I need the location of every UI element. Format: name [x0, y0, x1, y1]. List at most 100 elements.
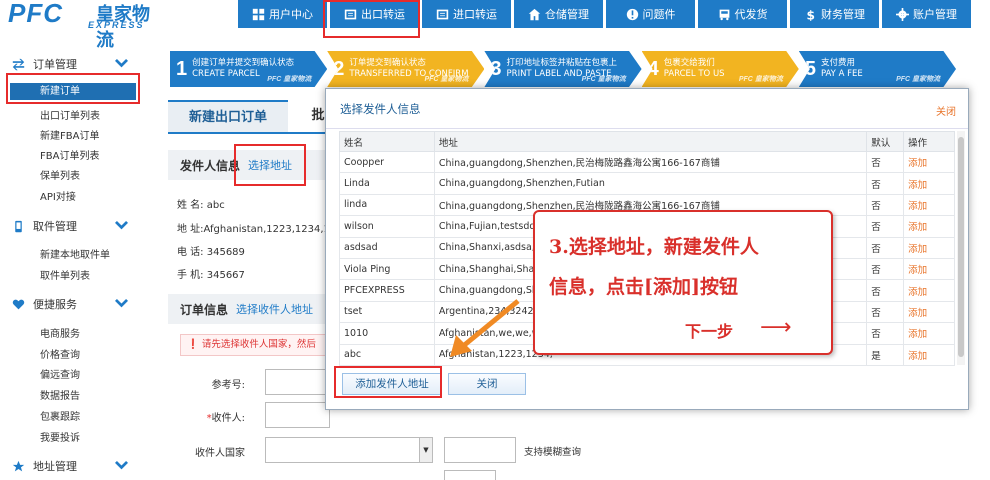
warehouse-icon	[528, 8, 541, 20]
nav-problem[interactable]: 问题件	[606, 0, 695, 28]
sidebar-item-data-report[interactable]: 数据报告	[40, 387, 80, 402]
nav-finance[interactable]: $ 财务管理	[790, 0, 879, 28]
nav-user-center[interactable]: 用户中心	[238, 0, 327, 28]
nav-label: 进口转运	[453, 8, 497, 21]
add-link[interactable]: 添加	[903, 150, 955, 174]
star-icon	[12, 460, 25, 471]
modal-header: 选择发件人信息	[326, 89, 968, 129]
tutorial-annotation: 3.选择地址，新建发件人 信息，点击[添加]按钮 下一步 ⟶	[533, 210, 833, 355]
col-address: 地址	[433, 131, 868, 152]
nav-export[interactable]: 出口转运	[330, 0, 419, 28]
sender-phone: 电 话: 345689	[177, 247, 245, 258]
sidebar-item-pickup-list[interactable]: 取件单列表	[40, 267, 90, 282]
add-link[interactable]: 添加	[903, 322, 955, 345]
nav-label: 仓储管理	[545, 8, 589, 21]
receiver-input[interactable]	[265, 402, 330, 428]
add-link[interactable]: 添加	[903, 193, 955, 217]
order-title: 订单信息	[180, 302, 229, 317]
sidebar-group-label: 地址管理	[33, 460, 77, 473]
sidebar-item-api[interactable]: API对接	[40, 188, 76, 203]
grid-icon	[252, 8, 265, 20]
gear-icon	[896, 7, 909, 21]
ref-input[interactable]	[265, 369, 330, 395]
nav-label: 问题件	[642, 8, 676, 21]
nav-account[interactable]: 账户管理	[882, 0, 971, 28]
sidebar-item-tracking[interactable]: 包裹跟踪	[40, 408, 80, 423]
nav-label: 代发货	[734, 8, 768, 21]
sidebar-item-policy-list[interactable]: 保单列表	[40, 167, 80, 182]
nav-import[interactable]: 进口转运	[422, 0, 511, 28]
sidebar-item-new-fba[interactable]: 新建FBA订单	[40, 127, 99, 142]
tab-new-export-order[interactable]: 新建出口订单	[168, 100, 288, 132]
add-link[interactable]: 添加	[903, 236, 955, 259]
nav-warehouse[interactable]: 仓储管理	[514, 0, 603, 28]
modal-close-button[interactable]: 关闭	[448, 373, 526, 395]
pointer-arrow-icon	[450, 299, 520, 357]
add-sender-address-button[interactable]: 添加发件人地址	[342, 373, 442, 395]
heart-icon	[12, 299, 25, 309]
sidebar-item-new-order[interactable]: 新建订单	[10, 83, 136, 100]
step-number: 1	[176, 57, 188, 80]
sidebar-group-address[interactable]: 地址管理	[12, 458, 136, 474]
country-search-input[interactable]	[444, 437, 516, 463]
step-tag: PFC 皇家物流	[581, 76, 626, 83]
add-link[interactable]: 添加	[903, 300, 955, 324]
nav-label: 出口转运	[361, 8, 405, 21]
logo-en: EXPRESS	[88, 20, 145, 30]
sidebar-group-services[interactable]: 便捷服务	[12, 296, 136, 312]
alert-icon: ❗	[187, 339, 202, 350]
step-tag: PFC 皇家物流	[267, 76, 312, 83]
export-icon	[344, 9, 357, 19]
bottom-input[interactable]	[444, 470, 496, 480]
step-tag: PFC 皇家物流	[896, 76, 941, 83]
fuzzy-search-note: 支持模糊查询	[524, 447, 582, 458]
chevron-down-icon	[115, 460, 128, 470]
country-select[interactable]: ▼	[265, 437, 433, 463]
sidebar-item-complaint[interactable]: 我要投诉	[40, 429, 80, 444]
sidebar-item-export-orders[interactable]: 出口订单列表	[40, 107, 100, 122]
receiver-label: *收件人:	[165, 409, 245, 424]
add-link[interactable]: 添加	[903, 343, 955, 366]
sidebar-group-orders[interactable]: 订单管理	[12, 56, 136, 72]
step-cn: 支付费用	[820, 58, 855, 68]
add-link[interactable]: 添加	[903, 257, 955, 281]
logo[interactable]: PFC 皇家物流 EXPRESS	[6, 0, 166, 51]
add-link[interactable]: 添加	[903, 279, 955, 302]
modal-close-link[interactable]: 关闭	[936, 103, 956, 118]
cell-default: 否	[866, 215, 905, 238]
col-action: 操作	[903, 131, 955, 152]
select-receiver-link[interactable]: 选择收件人地址	[236, 301, 313, 317]
cell-name: linda	[339, 193, 435, 217]
scrollbar-thumb[interactable]	[958, 137, 964, 357]
add-link[interactable]: 添加	[903, 172, 955, 195]
step-text: 支付费用 PAY A FEE	[821, 58, 863, 80]
sidebar-group-label: 取件管理	[33, 220, 77, 233]
cell-default: 否	[866, 279, 905, 302]
country-alert: ❗ 请先选择收件人国家，然后	[180, 334, 330, 356]
step-en: PAY A FEE	[820, 69, 863, 79]
sidebar-item-price-query[interactable]: 价格查询	[40, 346, 80, 361]
sidebar-item-new-pickup[interactable]: 新建本地取件单	[40, 246, 110, 261]
cell-name: asdsad	[339, 236, 435, 259]
cell-name: tset	[339, 300, 435, 324]
table-scrollbar[interactable]	[957, 131, 965, 365]
cell-name: Viola Ping	[339, 257, 435, 281]
chevron-down-icon[interactable]: ▼	[419, 438, 432, 462]
step-3: 3 打印地址标签并粘贴在包裹上 PRINT LABEL AND PASTE PFC 皇…	[484, 51, 642, 87]
sidebar-item-remote-query[interactable]: 偏远查询	[40, 366, 80, 381]
sidebar-item-ecommerce[interactable]: 电商服务	[40, 325, 80, 340]
cell-address: China,guangdong,Shenzhen,Futian	[433, 172, 868, 195]
logo-brand: PFC	[8, 0, 63, 28]
col-default: 默认	[866, 131, 905, 152]
table-row: Coopper China,guangdong,Shenzhen,民治梅陇路鑫海公…	[339, 150, 955, 174]
cell-name: Linda	[339, 172, 435, 195]
chevron-down-icon	[115, 298, 128, 308]
select-address-link[interactable]: 选择地址	[248, 157, 292, 173]
step-en: PARCEL TO US	[663, 69, 725, 79]
add-link[interactable]: 添加	[903, 215, 955, 238]
nav-dropship[interactable]: 代发货	[698, 0, 787, 28]
sidebar-group-pickup[interactable]: 取件管理	[12, 218, 136, 234]
cell-default: 否	[866, 236, 905, 259]
sidebar-item-fba-list[interactable]: FBA订单列表	[40, 147, 99, 162]
sender-mobile: 手 机: 345667	[177, 270, 245, 281]
